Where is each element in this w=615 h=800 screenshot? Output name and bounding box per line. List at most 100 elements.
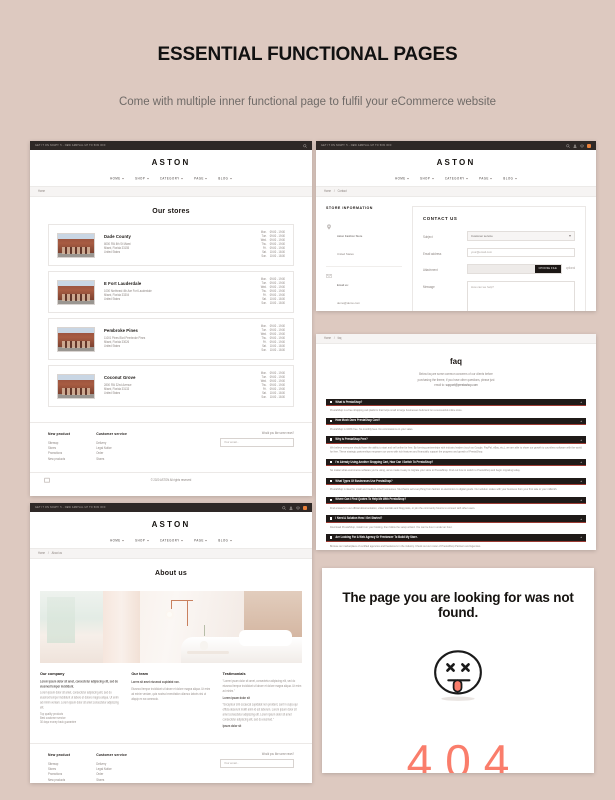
store-info: Pembroke Pines 11001 Pines Blvd Pembroke… — [104, 328, 214, 349]
site-logo[interactable]: ASTON — [30, 520, 312, 529]
store-card[interactable]: E Fort Lauderdale 1000 Northeast 4th Ave… — [48, 271, 294, 313]
faq-support-email[interactable]: support@prestashop.com — [446, 383, 478, 388]
store-card[interactable]: Dade County 8000 SW 8th St Miami Miami, … — [48, 224, 294, 266]
cart-icon[interactable] — [580, 144, 584, 148]
attachment-field[interactable]: CHOOSE FILE — [467, 264, 562, 274]
breadcrumb-item[interactable]: Home — [324, 189, 331, 193]
topbar-icon-group[interactable] — [303, 143, 307, 148]
chevron-down-icon — [466, 177, 469, 179]
store-card[interactable]: Coconut Grove 2800 SW 32nd Avenue Miami,… — [48, 365, 294, 407]
cart-icon[interactable] — [296, 506, 300, 510]
stores-page-preview[interactable]: GET IT ON NOW!!! 5 - NEW ARRIVAL UP TO 5… — [30, 141, 312, 496]
attachment-label: Attachment — [423, 266, 438, 272]
not-found-page-preview[interactable]: The page you are looking for was not fou… — [322, 568, 594, 773]
nav-label: BLOG — [218, 537, 229, 543]
footer-column-title: Customer service — [96, 753, 128, 757]
nav-item-category[interactable]: CATEGORY — [160, 175, 184, 181]
newsletter-input[interactable]: Your email... — [220, 438, 294, 447]
nav-item-page[interactable]: PAGE — [194, 175, 208, 181]
topbar-icon-group[interactable] — [566, 143, 591, 148]
subject-select[interactable]: Customer service — [467, 231, 575, 241]
breadcrumb[interactable]: Home — [30, 186, 312, 197]
main-navigation[interactable]: HOME SHOP CATEGORY PAGE BLOG — [30, 533, 312, 548]
faq-accordion[interactable]: What is PrestaShop? + PrestaShop is a fre… — [316, 398, 596, 550]
search-icon[interactable] — [566, 143, 570, 148]
dead-face-icon — [434, 650, 482, 701]
contact-page-preview[interactable]: GET IT ON NOW!!! 5 - NEW ARRIVAL UP TO 5… — [316, 141, 596, 311]
nav-item-home[interactable]: HOME — [110, 175, 125, 181]
breadcrumb-item[interactable]: Home — [324, 336, 331, 340]
nav-item-category[interactable]: CATEGORY — [160, 537, 184, 543]
nav-item-blog[interactable]: BLOG — [503, 175, 517, 181]
subject-control[interactable]: Customer service — [467, 231, 575, 241]
nav-item-home[interactable]: HOME — [110, 537, 125, 543]
chevron-down-icon — [122, 177, 125, 179]
attachment-control[interactable]: CHOOSE FILE optional — [467, 264, 575, 274]
footer-link[interactable]: New products — [48, 456, 70, 463]
breadcrumb-item: faq — [337, 336, 342, 341]
store-info-email[interactable]: demo@demo.com — [337, 301, 360, 305]
breadcrumb-item[interactable]: Home — [38, 189, 45, 193]
nav-item-category[interactable]: CATEGORY — [445, 175, 469, 181]
hours-row: Sun. 10:00 - 18:00 — [223, 395, 285, 400]
user-account-icon[interactable] — [573, 144, 577, 148]
footer-link[interactable]: New products — [48, 777, 70, 783]
chevron-down-icon — [490, 177, 493, 179]
footer-link[interactable]: Stores — [96, 456, 127, 463]
faq-page-preview[interactable]: Home / faq faq Below faq are some common… — [316, 334, 596, 550]
nav-item-page[interactable]: PAGE — [479, 175, 493, 181]
store-card[interactable]: Pembroke Pines 11001 Pines Blvd Pembroke… — [48, 318, 294, 360]
breadcrumb-item[interactable]: Home — [38, 551, 45, 555]
topbar-icon-group[interactable] — [282, 505, 307, 510]
stores-page-title: Our stores — [152, 208, 190, 215]
message-control[interactable]: How can we help? — [467, 280, 575, 311]
site-logo[interactable]: ASTON — [30, 158, 312, 167]
newsletter-block: Would you like some news? Your email... — [220, 432, 294, 462]
user-account-icon[interactable] — [289, 506, 293, 510]
store-photo — [57, 326, 95, 352]
location-pin-icon — [326, 224, 332, 230]
form-row-attachment: Attachment CHOOSE FILE optional — [423, 264, 575, 274]
breadcrumb[interactable]: Home / About us — [30, 548, 312, 559]
contact-body: STORE INFORMATION Aston Fashion Store Un… — [316, 197, 596, 311]
message-textarea[interactable]: How can we help? — [467, 280, 575, 311]
newsletter-input[interactable]: Your email... — [220, 759, 294, 768]
choose-file-button[interactable]: CHOOSE FILE — [534, 265, 561, 273]
main-navigation[interactable]: HOME SHOP CATEGORY PAGE BLOG — [316, 171, 596, 186]
nav-item-blog[interactable]: BLOG — [218, 537, 232, 543]
main-navigation[interactable]: HOME SHOP CATEGORY PAGE BLOG — [30, 171, 312, 186]
bullet-icon — [330, 438, 333, 441]
about-column-title: Testimonials — [222, 672, 246, 676]
nav-item-blog[interactable]: BLOG — [218, 175, 232, 181]
hours-time: 10:00 - 18:00 — [269, 348, 285, 353]
nav-item-shop[interactable]: SHOP — [420, 175, 434, 181]
about-page-preview[interactable]: GET IT ON NOW!!! 5 - NEW ARRIVAL UP TO 5… — [30, 503, 312, 783]
breadcrumb[interactable]: Home / Contact — [316, 186, 596, 197]
breadcrumb[interactable]: Home / faq — [316, 334, 596, 344]
nav-item-page[interactable]: PAGE — [194, 537, 208, 543]
search-icon[interactable] — [282, 505, 286, 510]
nav-item-home[interactable]: HOME — [395, 175, 410, 181]
store-name: E Fort Lauderdale — [104, 281, 142, 287]
copyright-text: © 2020 ASTON All rights reserved — [150, 478, 192, 483]
hours-time: 10:00 - 18:00 — [269, 254, 285, 259]
nav-item-shop[interactable]: SHOP — [135, 175, 149, 181]
plus-icon: + — [580, 418, 582, 423]
contact-form-title: CONTACT US — [423, 216, 458, 221]
about-paragraph: Lorem ipsum dolor sit amet, consectetur … — [40, 691, 119, 710]
site-footer: New product Sitemap Stores Promotions Ne… — [30, 422, 312, 462]
footer-link[interactable]: Stores — [96, 777, 127, 783]
email-field[interactable]: your@email.com — [467, 247, 575, 257]
nav-item-shop[interactable]: SHOP — [135, 537, 149, 543]
envelope-icon — [326, 273, 332, 279]
search-icon[interactable] — [303, 143, 307, 148]
store-info: E Fort Lauderdale 1000 Northeast 4th Ave… — [104, 281, 214, 302]
bullet-icon — [330, 536, 333, 539]
site-logo[interactable]: ASTON — [316, 158, 596, 167]
chevron-down-icon — [205, 539, 208, 541]
nav-label: BLOG — [218, 175, 229, 181]
store-info: Dade County 8000 SW 8th St Miami Miami, … — [104, 234, 214, 255]
site-footer: New product Sitemap Stores Promotions Ne… — [30, 743, 312, 783]
sad-face-illustration — [322, 646, 594, 704]
email-control[interactable]: your@email.com — [467, 247, 575, 257]
